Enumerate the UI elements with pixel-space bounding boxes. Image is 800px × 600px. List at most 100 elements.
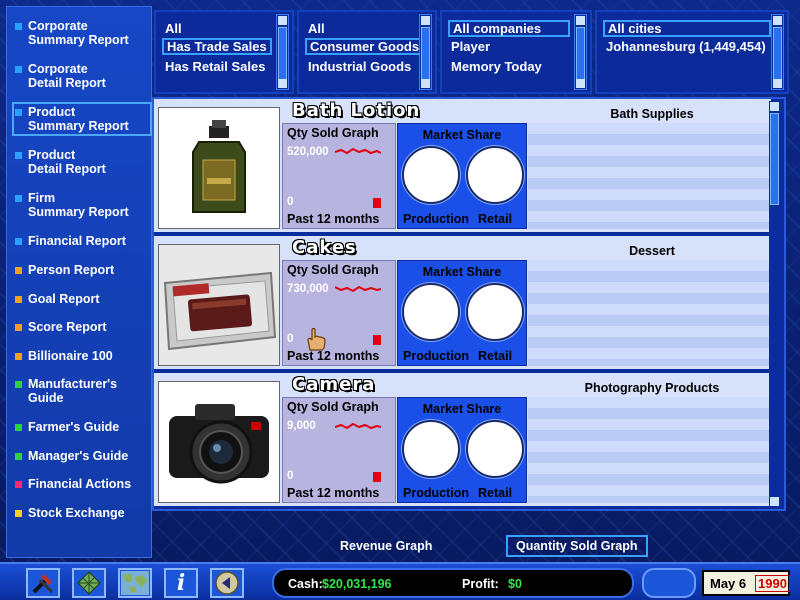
scroll-down-icon[interactable] [278,79,287,88]
product-detail-area [528,260,771,366]
filter-option-memory-today[interactable]: Memory Today [448,58,545,75]
sidebar-item-corporate-summary[interactable]: Corporate Summary Report [15,19,149,47]
bullet-icon [15,238,22,245]
sidebar-item-label: Score Report [28,320,107,334]
bullet-icon [15,324,22,331]
bullet-icon [15,453,22,460]
filter-option-all-cities[interactable]: All cities [603,20,771,37]
sidebar-item-manufacturers-guide[interactable]: Manufacturer's Guide [15,377,149,405]
sidebar-item-label: Farmer's Guide [28,420,120,434]
sidebar-item-label: Corporate Detail Report [28,62,106,90]
sidebar-item-label: Financial Report [28,234,126,248]
scroll-up-icon[interactable] [773,16,782,25]
scroll-up-icon[interactable] [576,16,585,25]
sidebar-item-financial-report[interactable]: Financial Report [15,234,149,248]
product-list-scrollbar[interactable] [769,101,782,507]
info-icon[interactable]: i [164,568,198,598]
cash-value: $20,031,196 [322,577,392,591]
quantity-sold-graph-button[interactable]: Quantity Sold Graph [506,535,648,557]
revenue-graph-button[interactable]: Revenue Graph [332,535,440,557]
scroll-thumb[interactable] [770,113,779,205]
scroll-thumb[interactable] [278,27,287,83]
qty-sold-graph[interactable]: Qty Sold Graph 730,000 0 Past 12 months [282,260,396,366]
scroll-down-icon[interactable] [576,79,585,88]
qty-min-value: 0 [287,196,294,208]
cities-scrollbar[interactable] [771,14,784,90]
filter-option-has-trade-sales[interactable]: Has Trade Sales [162,38,272,55]
sales-type-filter: All Has Trade Sales Has Retail Sales [154,10,294,94]
companies-scrollbar[interactable] [574,14,587,90]
scroll-thumb[interactable] [421,27,430,83]
sidebar-item-stock-exchange[interactable]: Stock Exchange [15,506,149,520]
market-share-panel[interactable]: Market Share Production Retail [397,123,527,229]
scroll-up-icon[interactable] [770,102,779,111]
back-arrow-icon[interactable] [210,568,244,598]
sidebar-item-person-report[interactable]: Person Report [15,263,149,277]
scroll-down-icon[interactable] [770,497,779,506]
cash-label: Cash: [288,577,323,591]
bullet-icon [15,195,22,202]
scroll-track[interactable] [769,101,782,507]
filter-option-johannesburg[interactable]: Johannesburg (1,449,454) [603,38,769,55]
scroll-thumb[interactable] [773,27,782,83]
scroll-up-icon[interactable] [278,16,287,25]
sidebar-item-label: Manager's Guide [28,449,129,463]
bullet-icon [15,296,22,303]
scroll-down-icon[interactable] [773,79,782,88]
sidebar-item-billionaire-100[interactable]: Billionaire 100 [15,349,149,363]
scroll-up-icon[interactable] [421,16,430,25]
market-share-panel[interactable]: Market Share Production Retail [397,397,527,503]
sidebar-item-label: Goal Report [28,292,100,306]
camera-icon [158,381,280,503]
date-year: 1990 [755,575,790,592]
product-row[interactable]: Bath Lotion Bath Supplies Qty Sold Graph… [154,99,771,234]
sidebar-item-label: Person Report [28,263,115,277]
qty-trend-line [335,422,381,430]
filter-option-industrial-goods[interactable]: Industrial Goods [305,58,414,75]
filter-option-has-retail-sales[interactable]: Has Retail Sales [162,58,268,75]
goods-type-scrollbar[interactable] [419,14,432,90]
filter-option-all[interactable]: All [162,20,185,37]
bullet-icon [15,353,22,360]
sidebar-item-managers-guide[interactable]: Manager's Guide [15,449,149,463]
sidebar-item-goal-report[interactable]: Goal Report [15,292,149,306]
speed-control-button[interactable] [642,568,696,598]
qty-max-value: 520,000 [287,146,329,158]
sidebar-item-financial-actions[interactable]: Financial Actions [15,477,149,491]
qty-trend-line [335,147,381,155]
scroll-down-icon[interactable] [421,79,430,88]
sidebar-item-farmers-guide[interactable]: Farmer's Guide [15,420,149,434]
product-name: Camera [292,374,376,395]
product-row[interactable]: Cakes Dessert Qty Sold Graph 730,000 0 P… [154,236,771,371]
product-category: Bath Supplies [610,107,694,121]
scroll-thumb[interactable] [576,27,585,83]
date-month-day: May 6 [710,576,747,591]
product-name: Cakes [292,237,357,258]
finance-status-bar: Cash: $20,031,196 Profit: $0 [272,568,634,598]
market-share-title: Market Share [422,128,502,142]
market-share-title: Market Share [422,265,502,279]
world-map-icon[interactable] [118,568,152,598]
taskbar: i Cash: $20,031,196 Profit: $0 May 6 199… [0,562,800,600]
retail-share-pie [466,283,524,341]
sidebar-item-label: Manufacturer's Guide [28,377,118,405]
product-row[interactable]: Camera Photography Products Qty Sold Gra… [154,373,771,508]
tools-icon[interactable] [26,568,60,598]
filter-option-player[interactable]: Player [448,38,493,55]
sidebar-item-score-report[interactable]: Score Report [15,320,149,334]
qty-sold-graph[interactable]: Qty Sold Graph 520,000 0 Past 12 months [282,123,396,229]
sidebar-item-corporate-detail[interactable]: Corporate Detail Report [15,62,149,90]
sales-type-scrollbar[interactable] [276,14,289,90]
filter-option-consumer-goods[interactable]: Consumer Goods [305,38,425,55]
sidebar-item-firm-summary[interactable]: Firm Summary Report [15,191,149,219]
bullet-icon [15,267,22,274]
bullet-icon [15,66,22,73]
map-grid-icon[interactable] [72,568,106,598]
filter-option-all-companies[interactable]: All companies [448,20,570,37]
filter-option-all[interactable]: All [305,20,328,37]
market-share-panel[interactable]: Market Share Production Retail [397,260,527,366]
qty-graph-title: Qty Sold Graph [287,263,379,277]
qty-sold-graph[interactable]: Qty Sold Graph 9,000 0 Past 12 months [282,397,396,503]
sidebar-item-product-summary[interactable]: Product Summary Report [12,102,152,136]
sidebar-item-product-detail[interactable]: Product Detail Report [15,148,149,176]
